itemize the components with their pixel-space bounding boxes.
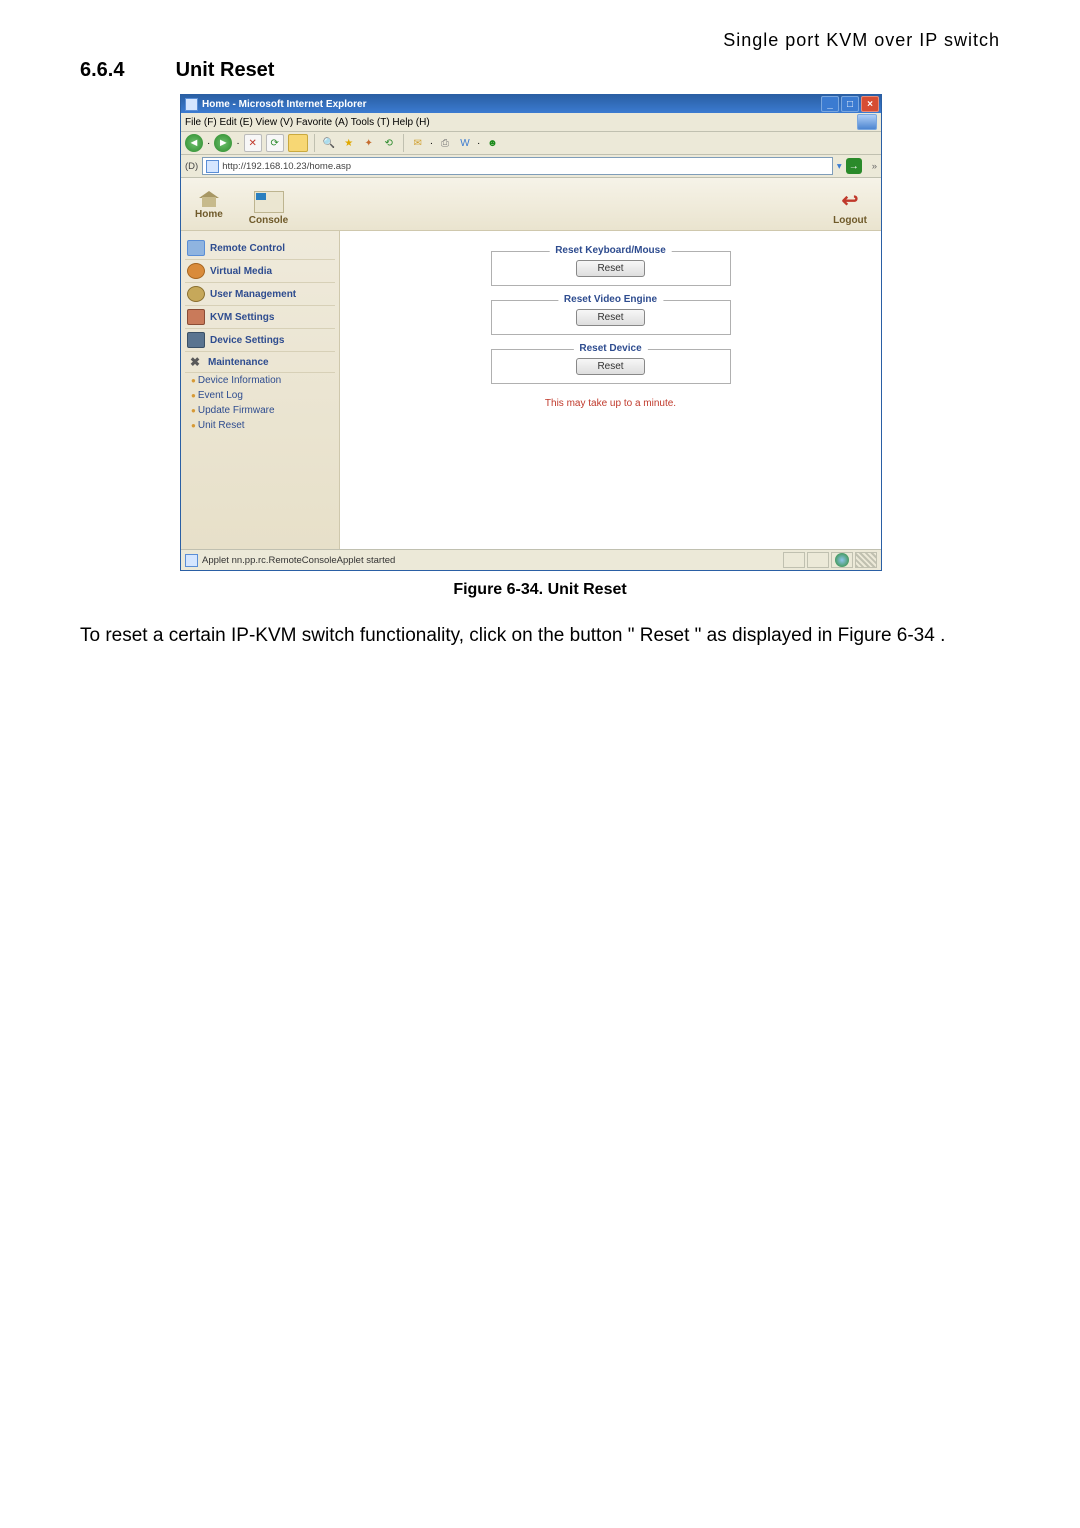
address-label: (D)	[185, 161, 198, 172]
reset-device-group: Reset Device Reset	[491, 349, 731, 384]
url-text: http://192.168.10.23/home.asp	[222, 161, 351, 172]
page-icon	[185, 98, 198, 111]
toolbar-separator	[403, 134, 404, 152]
reset-keyboard-mouse-legend: Reset Keyboard/Mouse	[549, 245, 672, 256]
toolbar-sep-dot: ·	[236, 138, 239, 149]
section-title-text: Unit Reset	[176, 59, 275, 81]
status-bar: Applet nn.pp.rc.RemoteConsoleApplet star…	[181, 549, 881, 570]
sidebar-sub-unit-reset[interactable]: ●Unit Reset	[185, 418, 335, 433]
print-icon[interactable]: ⎙	[437, 135, 453, 151]
content-area: Reset Keyboard/Mouse Reset Reset Video E…	[340, 231, 881, 549]
url-input[interactable]: http://192.168.10.23/home.asp	[202, 157, 833, 175]
home-icon	[199, 191, 219, 207]
virtual-media-icon	[187, 263, 205, 279]
sidebar-item-virtual-media[interactable]: Virtual Media	[185, 260, 335, 283]
app-topbar: Home Console ↩ Logout	[181, 178, 881, 231]
sidebar-label: Device Settings	[210, 335, 284, 346]
window-maximize-button[interactable]: □	[841, 96, 859, 112]
favorites-icon[interactable]: ★	[341, 135, 357, 151]
device-settings-icon	[187, 332, 205, 348]
sidebar-item-device-settings[interactable]: Device Settings	[185, 329, 335, 352]
sidebar: Remote Control Virtual Media User Manage…	[181, 231, 340, 549]
sidebar-label: KVM Settings	[210, 312, 274, 323]
window-titlebar: Home - Microsoft Internet Explorer _ □ ×	[181, 95, 881, 113]
sidebar-sub-event-log[interactable]: ●Event Log	[185, 388, 335, 403]
nav-console[interactable]: Console	[249, 191, 288, 226]
nav-home-label: Home	[195, 209, 223, 220]
status-cell	[831, 552, 853, 568]
nav-console-label: Console	[249, 215, 288, 226]
toolbar: ◄ · ► · ✕ ⟳ 🔍 ★ ✦ ⟲ ✉ · ⎙ W · ☻	[181, 132, 881, 155]
reset-warning-text: This may take up to a minute.	[491, 398, 731, 409]
reset-video-engine-legend: Reset Video Engine	[558, 294, 663, 305]
messenger-icon[interactable]: ☻	[484, 135, 500, 151]
body-paragraph: To reset a certain IP-KVM switch functio…	[80, 623, 1000, 650]
sidebar-item-user-management[interactable]: User Management	[185, 283, 335, 306]
internet-zone-icon	[835, 553, 849, 567]
sidebar-item-kvm-settings[interactable]: KVM Settings	[185, 306, 335, 329]
maintenance-icon: ✖	[187, 355, 203, 369]
nav-logout[interactable]: ↩ Logout	[833, 188, 867, 226]
home-button[interactable]	[288, 134, 308, 152]
kvm-settings-icon	[187, 309, 205, 325]
sidebar-sub-update-firmware[interactable]: ●Update Firmware	[185, 403, 335, 418]
reset-device-legend: Reset Device	[573, 343, 647, 354]
doc-header-text: Single port KVM over IP switch	[80, 30, 1000, 51]
address-bar: (D) http://192.168.10.23/home.asp ▾ → »	[181, 155, 881, 178]
toolbar-sep-dot: ·	[477, 138, 480, 149]
toolbar-separator	[314, 134, 315, 152]
window-minimize-button[interactable]: _	[821, 96, 839, 112]
user-management-icon	[187, 286, 205, 302]
window-close-button[interactable]: ×	[861, 96, 879, 112]
sidebar-label: Maintenance	[208, 357, 269, 368]
sidebar-item-remote-control[interactable]: Remote Control	[185, 237, 335, 260]
window-title: Home - Microsoft Internet Explorer	[202, 99, 366, 110]
nav-logout-label: Logout	[833, 215, 867, 226]
status-cell	[783, 552, 805, 568]
sidebar-sub-device-information[interactable]: ●Device Information	[185, 373, 335, 388]
sidebar-item-maintenance[interactable]: ✖ Maintenance	[185, 352, 335, 373]
reset-keyboard-mouse-button[interactable]: Reset	[576, 260, 644, 277]
status-text: Applet nn.pp.rc.RemoteConsoleApplet star…	[202, 555, 395, 566]
toolbar-icon[interactable]: ✦	[361, 135, 377, 151]
section-number: 6.6.4	[80, 59, 170, 82]
toolbar-sep-dot: ·	[207, 138, 210, 149]
sidebar-label: Remote Control	[210, 243, 285, 254]
mail-icon[interactable]: ✉	[410, 135, 426, 151]
url-dropdown-icon[interactable]: ▾	[837, 161, 842, 172]
status-resize-grip	[855, 552, 877, 568]
menubar-items[interactable]: File (F) Edit (E) View (V) Favorite (A) …	[185, 117, 430, 128]
go-button[interactable]: →	[846, 158, 862, 174]
sidebar-label: Virtual Media	[210, 266, 272, 277]
nav-home[interactable]: Home	[195, 191, 223, 226]
status-cell	[807, 552, 829, 568]
reset-device-button[interactable]: Reset	[576, 358, 644, 375]
sidebar-label: User Management	[210, 289, 296, 300]
reset-video-engine-group: Reset Video Engine Reset	[491, 300, 731, 335]
history-icon[interactable]: ⟲	[381, 135, 397, 151]
addrbar-more-icon[interactable]: »	[872, 161, 877, 172]
search-icon[interactable]: 🔍	[321, 135, 337, 151]
page-icon	[185, 554, 198, 567]
app-body: Home Console ↩ Logout	[181, 178, 881, 549]
browser-window: Home - Microsoft Internet Explorer _ □ ×…	[180, 94, 882, 571]
remote-control-icon	[187, 240, 205, 256]
reset-video-engine-button[interactable]: Reset	[576, 309, 644, 326]
toolbar-sep-dot: ·	[430, 138, 433, 149]
page-icon	[206, 160, 219, 173]
stop-button[interactable]: ✕	[244, 134, 262, 152]
refresh-button[interactable]: ⟳	[266, 134, 284, 152]
reset-keyboard-mouse-group: Reset Keyboard/Mouse Reset	[491, 251, 731, 286]
ie-logo-icon	[857, 114, 877, 130]
console-icon	[254, 191, 284, 213]
edit-icon[interactable]: W	[457, 135, 473, 151]
logout-icon: ↩	[842, 188, 859, 213]
back-button[interactable]: ◄	[185, 134, 203, 152]
section-heading: 6.6.4 Unit Reset	[80, 59, 1000, 82]
forward-button[interactable]: ►	[214, 134, 232, 152]
menubar[interactable]: File (F) Edit (E) View (V) Favorite (A) …	[181, 113, 881, 132]
figure-caption: Figure 6-34. Unit Reset	[80, 581, 1000, 599]
